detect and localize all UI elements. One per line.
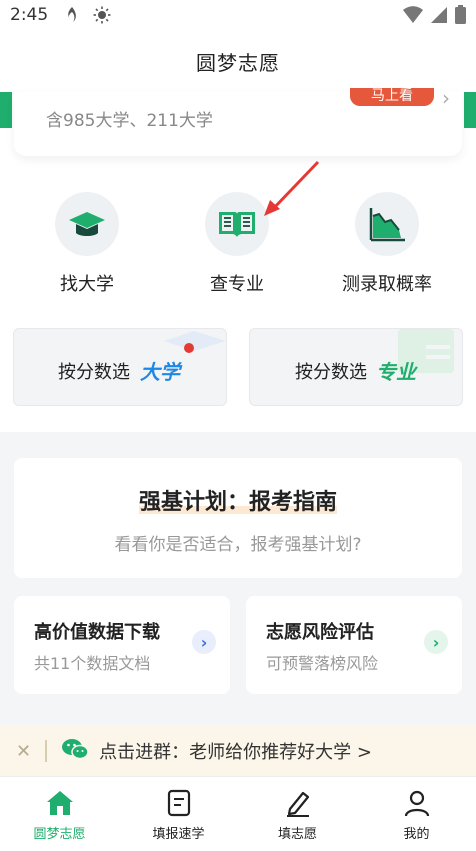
user-icon xyxy=(404,790,429,817)
chevron-right-icon: › xyxy=(442,86,450,110)
close-icon[interactable]: ✕ xyxy=(16,741,31,762)
qiangji-guide-card[interactable]: 强基计划：报考指南 看看你是否适合，报考强基计划? xyxy=(14,458,462,578)
tab-quick-learn[interactable]: 填报速学 xyxy=(119,777,238,851)
open-book-icon xyxy=(205,192,269,256)
chart-area-icon xyxy=(355,192,419,256)
data-download-title: 高价值数据下载 xyxy=(34,622,160,643)
wifi-icon xyxy=(403,5,423,29)
tab-home-label: 圆梦志愿 xyxy=(33,827,86,842)
university-card-subtitle: 含985大学、211大学 xyxy=(46,111,213,131)
find-university-button[interactable]: 找大学 xyxy=(12,192,162,296)
app-notification-icon xyxy=(62,5,82,25)
banner-divider xyxy=(45,740,48,762)
university-accent-text: 大学 xyxy=(140,360,180,384)
major-accent-text: 专业 xyxy=(376,360,416,384)
wechat-icon xyxy=(61,737,89,765)
left-banner-edge xyxy=(0,92,12,128)
data-download-sub: 共11个数据文档 xyxy=(34,654,151,673)
join-group-text: 点击进群：老师给你推荐好大学 > xyxy=(99,742,372,763)
score-select-university-label: 按分数选 xyxy=(58,362,130,383)
status-bar: 2:45 xyxy=(0,0,476,30)
qiangji-desc: 看看你是否适合，报考强基计划? xyxy=(114,535,362,555)
brightness-icon xyxy=(92,5,112,25)
risk-assessment-card[interactable]: 志愿风险评估 可预警落榜风险 › xyxy=(246,596,462,694)
score-select-major-button[interactable]: 按分数选 专业 xyxy=(249,328,463,406)
home-icon xyxy=(46,791,73,815)
pen-icon xyxy=(286,791,309,817)
pointer-arrow-annotation xyxy=(264,160,320,216)
qiangji-title: 强基计划：报考指南 xyxy=(138,484,337,516)
join-group-banner[interactable]: ✕ 点击进群：老师给你推荐好大学 > xyxy=(0,726,476,776)
status-time: 2:45 xyxy=(10,5,49,25)
check-major-label: 查专业 xyxy=(210,274,264,295)
chevron-right-icon[interactable]: › xyxy=(424,630,448,654)
graduation-cap-icon xyxy=(55,192,119,256)
signal-icon xyxy=(431,6,447,29)
tab-fill-application-label: 填志愿 xyxy=(277,827,317,842)
nav-bar: 圆梦志愿 xyxy=(0,30,476,92)
score-select-major-label: 按分数选 xyxy=(295,362,367,383)
admission-probability-label: 测录取概率 xyxy=(342,274,432,295)
tab-home[interactable]: 圆梦志愿 xyxy=(0,777,119,851)
data-download-card[interactable]: 高价值数据下载 共11个数据文档 › xyxy=(14,596,230,694)
document-icon xyxy=(167,789,190,817)
bottom-tab-bar: 圆梦志愿 填报速学 填志愿 我的 xyxy=(0,776,476,851)
qiangji-title-text: 强基计划：报考指南 xyxy=(138,490,337,515)
battery-icon xyxy=(455,5,466,29)
new-dot-badge xyxy=(184,343,194,353)
risk-assessment-title: 志愿风险评估 xyxy=(266,622,374,643)
page-title: 圆梦志愿 xyxy=(196,50,280,75)
right-banner-edge xyxy=(464,92,476,128)
score-select-university-button[interactable]: 按分数选 大学 xyxy=(13,328,227,406)
chevron-right-icon[interactable]: › xyxy=(192,630,216,654)
find-university-label: 找大学 xyxy=(60,274,114,295)
tab-mine[interactable]: 我的 xyxy=(357,777,476,851)
admission-probability-button[interactable]: 测录取概率 xyxy=(312,192,462,296)
tab-mine-label: 我的 xyxy=(403,827,430,842)
tab-fill-application[interactable]: 填志愿 xyxy=(238,777,357,851)
university-card[interactable]: 马上看 › 含985大学、211大学 xyxy=(14,86,462,156)
view-now-badge[interactable]: 马上看 xyxy=(350,88,434,106)
risk-assessment-sub: 可预警落榜风险 xyxy=(266,654,379,673)
tab-quick-learn-label: 填报速学 xyxy=(152,827,205,842)
